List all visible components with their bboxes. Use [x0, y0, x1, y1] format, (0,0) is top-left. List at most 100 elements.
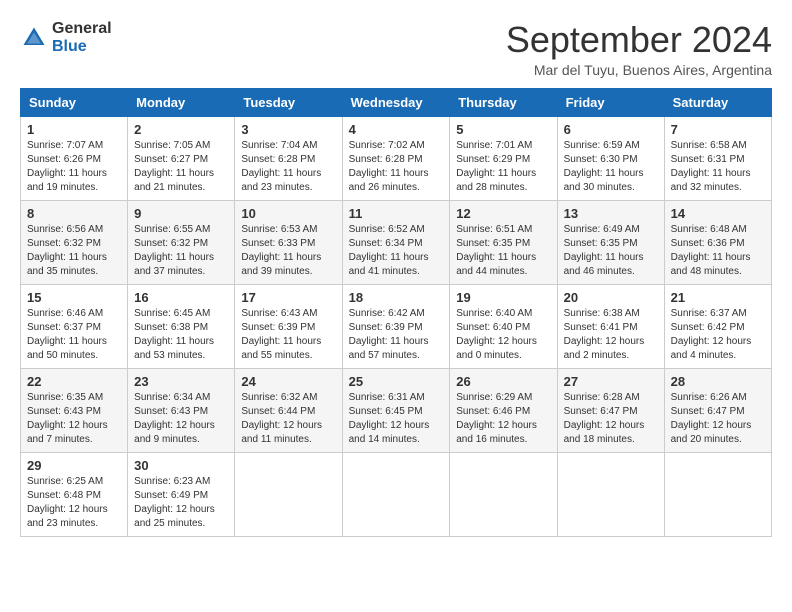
day-cell: 30Sunrise: 6:23 AM Sunset: 6:49 PM Dayli… [128, 452, 235, 536]
day-cell: 15Sunrise: 6:46 AM Sunset: 6:37 PM Dayli… [21, 284, 128, 368]
day-cell: 22 Sunrise: 6:35 AM Sunset: 6:43 PM Dayli… [21, 368, 128, 452]
column-header-tuesday: Tuesday [235, 88, 342, 116]
day-info: Sunrise: 6:42 AM Sunset: 6:39 PM Dayligh… [349, 307, 444, 363]
day-number: 27 [564, 374, 658, 389]
day-cell: 25 Sunrise: 6:31 AM Sunset: 6:45 PM Dayli… [342, 368, 450, 452]
day-number: 2 [134, 122, 228, 137]
logo-icon [20, 24, 48, 52]
column-header-wednesday: Wednesday [342, 88, 450, 116]
day-info: Sunrise: 6:38 AM Sunset: 6:41 PM Dayligh… [564, 307, 658, 363]
day-number: 19 [456, 290, 550, 305]
day-number: 16 [134, 290, 228, 305]
day-number: 3 [241, 122, 335, 137]
day-number: 20 [564, 290, 658, 305]
day-number: 11 [349, 206, 444, 221]
logo-blue-text: Blue [52, 38, 112, 56]
day-info: Sunrise: 6:51 AM Sunset: 6:35 PM Dayligh… [456, 223, 550, 279]
day-info: Sunrise: 6:26 AM Sunset: 6:47 PM Dayligh… [671, 391, 765, 447]
logo: General Blue [20, 20, 112, 55]
day-info: Sunrise: 6:25 AM Sunset: 6:48 PM Dayligh… [27, 475, 121, 531]
day-info: Sunrise: 6:49 AM Sunset: 6:35 PM Dayligh… [564, 223, 658, 279]
day-cell: 12Sunrise: 6:51 AM Sunset: 6:35 PM Dayli… [450, 200, 557, 284]
day-cell: 17Sunrise: 6:43 AM Sunset: 6:39 PM Dayli… [235, 284, 342, 368]
day-cell: 10 Sunrise: 6:53 AM Sunset: 6:33 PM Dayli… [235, 200, 342, 284]
day-number: 10 [241, 206, 335, 221]
day-cell [235, 452, 342, 536]
day-number: 25 [349, 374, 444, 389]
day-cell: 28 Sunrise: 6:26 AM Sunset: 6:47 PM Dayli… [664, 368, 771, 452]
day-info: Sunrise: 6:53 AM Sunset: 6:33 PM Dayligh… [241, 223, 335, 279]
month-title: September 2024 [506, 20, 772, 60]
day-cell: 7 Sunrise: 6:58 AM Sunset: 6:31 PM Daylig… [664, 116, 771, 200]
day-cell [450, 452, 557, 536]
day-cell: 9 Sunrise: 6:55 AM Sunset: 6:32 PM Daylig… [128, 200, 235, 284]
day-info: Sunrise: 6:56 AM Sunset: 6:32 PM Dayligh… [27, 223, 121, 279]
day-number: 18 [349, 290, 444, 305]
day-info: Sunrise: 6:37 AM Sunset: 6:42 PM Dayligh… [671, 307, 765, 363]
column-header-monday: Monday [128, 88, 235, 116]
day-cell [342, 452, 450, 536]
day-cell: 8 Sunrise: 6:56 AM Sunset: 6:32 PM Daylig… [21, 200, 128, 284]
column-header-saturday: Saturday [664, 88, 771, 116]
day-info: Sunrise: 6:29 AM Sunset: 6:46 PM Dayligh… [456, 391, 550, 447]
day-number: 5 [456, 122, 550, 137]
day-number: 17 [241, 290, 335, 305]
day-number: 8 [27, 206, 121, 221]
day-info: Sunrise: 7:01 AM Sunset: 6:29 PM Dayligh… [456, 139, 550, 195]
day-cell: 4Sunrise: 7:02 AM Sunset: 6:28 PM Daylig… [342, 116, 450, 200]
day-cell: 2 Sunrise: 7:05 AM Sunset: 6:27 PM Daylig… [128, 116, 235, 200]
day-info: Sunrise: 6:34 AM Sunset: 6:43 PM Dayligh… [134, 391, 228, 447]
day-number: 21 [671, 290, 765, 305]
day-info: Sunrise: 7:02 AM Sunset: 6:28 PM Dayligh… [349, 139, 444, 195]
day-cell: 3 Sunrise: 7:04 AM Sunset: 6:28 PM Daylig… [235, 116, 342, 200]
day-info: Sunrise: 6:52 AM Sunset: 6:34 PM Dayligh… [349, 223, 444, 279]
day-info: Sunrise: 6:35 AM Sunset: 6:43 PM Dayligh… [27, 391, 121, 447]
day-info: Sunrise: 7:04 AM Sunset: 6:28 PM Dayligh… [241, 139, 335, 195]
day-cell: 18 Sunrise: 6:42 AM Sunset: 6:39 PM Dayli… [342, 284, 450, 368]
day-info: Sunrise: 6:48 AM Sunset: 6:36 PM Dayligh… [671, 223, 765, 279]
day-cell: 6 Sunrise: 6:59 AM Sunset: 6:30 PM Daylig… [557, 116, 664, 200]
day-cell: 26 Sunrise: 6:29 AM Sunset: 6:46 PM Dayli… [450, 368, 557, 452]
day-cell: 11 Sunrise: 6:52 AM Sunset: 6:34 PM Dayli… [342, 200, 450, 284]
day-number: 28 [671, 374, 765, 389]
day-number: 9 [134, 206, 228, 221]
week-row-1: 1 Sunrise: 7:07 AM Sunset: 6:26 PM Daylig… [21, 116, 772, 200]
day-number: 22 [27, 374, 121, 389]
logo-general-text: General [52, 20, 112, 38]
week-row-4: 22 Sunrise: 6:35 AM Sunset: 6:43 PM Dayli… [21, 368, 772, 452]
week-row-2: 8 Sunrise: 6:56 AM Sunset: 6:32 PM Daylig… [21, 200, 772, 284]
day-info: Sunrise: 7:05 AM Sunset: 6:27 PM Dayligh… [134, 139, 228, 195]
day-cell: 1 Sunrise: 7:07 AM Sunset: 6:26 PM Daylig… [21, 116, 128, 200]
page-header: General Blue September 2024 Mar del Tuyu… [20, 20, 772, 78]
day-number: 1 [27, 122, 121, 137]
title-area: September 2024 Mar del Tuyu, Buenos Aire… [506, 20, 772, 78]
day-cell: 5 Sunrise: 7:01 AM Sunset: 6:29 PM Daylig… [450, 116, 557, 200]
day-info: Sunrise: 6:55 AM Sunset: 6:32 PM Dayligh… [134, 223, 228, 279]
week-row-3: 15Sunrise: 6:46 AM Sunset: 6:37 PM Dayli… [21, 284, 772, 368]
week-row-5: 29 Sunrise: 6:25 AM Sunset: 6:48 PM Dayli… [21, 452, 772, 536]
day-info: Sunrise: 6:32 AM Sunset: 6:44 PM Dayligh… [241, 391, 335, 447]
day-number: 29 [27, 458, 121, 473]
day-cell: 13 Sunrise: 6:49 AM Sunset: 6:35 PM Dayli… [557, 200, 664, 284]
day-info: Sunrise: 6:31 AM Sunset: 6:45 PM Dayligh… [349, 391, 444, 447]
column-header-sunday: Sunday [21, 88, 128, 116]
day-cell: 16 Sunrise: 6:45 AM Sunset: 6:38 PM Dayli… [128, 284, 235, 368]
day-cell: 27Sunrise: 6:28 AM Sunset: 6:47 PM Dayli… [557, 368, 664, 452]
day-number: 26 [456, 374, 550, 389]
calendar-table: SundayMondayTuesdayWednesdayThursdayFrid… [20, 88, 772, 537]
day-number: 13 [564, 206, 658, 221]
day-info: Sunrise: 7:07 AM Sunset: 6:26 PM Dayligh… [27, 139, 121, 195]
day-cell: 24Sunrise: 6:32 AM Sunset: 6:44 PM Dayli… [235, 368, 342, 452]
day-info: Sunrise: 6:59 AM Sunset: 6:30 PM Dayligh… [564, 139, 658, 195]
day-cell: 19Sunrise: 6:40 AM Sunset: 6:40 PM Dayli… [450, 284, 557, 368]
day-info: Sunrise: 6:58 AM Sunset: 6:31 PM Dayligh… [671, 139, 765, 195]
day-info: Sunrise: 6:45 AM Sunset: 6:38 PM Dayligh… [134, 307, 228, 363]
column-header-thursday: Thursday [450, 88, 557, 116]
day-cell: 23Sunrise: 6:34 AM Sunset: 6:43 PM Dayli… [128, 368, 235, 452]
day-number: 7 [671, 122, 765, 137]
day-cell: 29 Sunrise: 6:25 AM Sunset: 6:48 PM Dayli… [21, 452, 128, 536]
day-cell [557, 452, 664, 536]
day-cell: 14Sunrise: 6:48 AM Sunset: 6:36 PM Dayli… [664, 200, 771, 284]
day-number: 6 [564, 122, 658, 137]
day-number: 30 [134, 458, 228, 473]
